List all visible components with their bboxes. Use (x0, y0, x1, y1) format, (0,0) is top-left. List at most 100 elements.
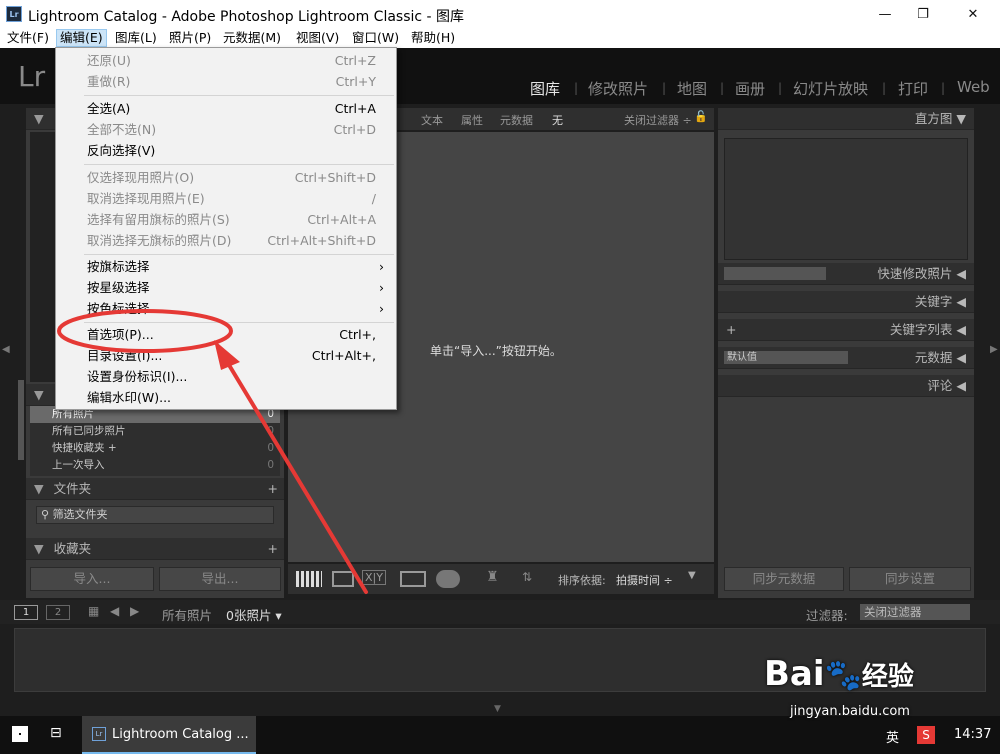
menu-item-redo[interactable]: 重做(R) Ctrl+Y (56, 72, 396, 92)
menu-item-deselect-active[interactable]: 取消选择现用照片(E) / (56, 189, 396, 209)
people-view-icon[interactable] (436, 570, 460, 588)
back-arrow-icon[interactable]: ◀ (110, 604, 119, 618)
module-library[interactable]: 图库 (530, 78, 560, 99)
menu-item-select-active-only[interactable]: 仅选择现用照片(O) Ctrl+Shift+D (56, 168, 396, 188)
sort-label: 排序依据: (558, 574, 606, 587)
menu-item-invert-selection[interactable]: 反向选择(V) (56, 141, 396, 161)
menu-item-catalog-settings[interactable]: 目录设置(I)... Ctrl+Alt+, (56, 346, 396, 366)
metadata-title: 元数据 (914, 350, 953, 365)
windows-start-icon[interactable] (12, 726, 28, 742)
grid-icon[interactable]: ▦ (88, 604, 99, 618)
keywording-title: 关键字 (914, 294, 953, 309)
module-develop[interactable]: 修改照片 (588, 78, 648, 99)
right-panel-toggle-icon[interactable]: ▶ (990, 344, 998, 355)
menu-metadata[interactable]: 元数据(M) (220, 29, 284, 47)
quick-develop-header[interactable]: 快速修改照片 ◀ (718, 263, 974, 285)
import-button[interactable]: 导入... (30, 567, 154, 591)
menu-item-select-by-flag[interactable]: 按旗标选择 › (56, 257, 396, 277)
toolbar-menu-icon[interactable]: ▼ (688, 570, 696, 581)
comments-header[interactable]: 评论 ◀ (718, 375, 974, 397)
collapse-triangle-icon: ▼ (34, 481, 44, 496)
module-print[interactable]: 打印 (898, 78, 928, 99)
filmstrip-count[interactable]: 0张照片 ▾ (226, 605, 282, 624)
keyword-list-header[interactable]: + 关键字列表 ◀ (718, 319, 974, 341)
menu-help[interactable]: 帮助(H) (408, 29, 458, 47)
histogram-header[interactable]: 直方图 ▼ (718, 108, 974, 130)
folders-title: 文件夹 (53, 481, 92, 496)
keywording-header[interactable]: 关键字 ◀ (718, 291, 974, 313)
sync-metadata-button[interactable]: 同步元数据 (724, 567, 844, 591)
sogou-ime-icon[interactable]: S (917, 726, 935, 744)
menu-photo[interactable]: 照片(P) (166, 29, 214, 47)
module-web[interactable]: Web (957, 78, 990, 96)
filter-attribute[interactable]: 属性 (461, 112, 483, 128)
empty-catalog-message: 单击“导入...”按钮开始。 (430, 344, 562, 358)
ime-indicator[interactable]: 英 (886, 727, 899, 746)
collections-header[interactable]: ▼ 收藏夹 + (26, 538, 284, 560)
folder-filter-input[interactable]: ⚲ 筛选文件夹 (36, 506, 274, 524)
folders-header[interactable]: ▼ 文件夹 + (26, 478, 284, 500)
taskbar-lightroom-button[interactable]: Lr Lightroom Catalog ... (82, 716, 256, 754)
quick-develop-title: 快速修改照片 (877, 266, 953, 281)
filter-preset[interactable]: 关闭过滤器 ÷ (624, 112, 692, 128)
survey-view-icon[interactable] (400, 571, 426, 587)
menu-item-undo[interactable]: 还原(U) Ctrl+Z (56, 51, 396, 71)
menu-item-select-none[interactable]: 全部不选(N) Ctrl+D (56, 120, 396, 140)
filmstrip-bar: 1 2 ▦ ◀ ▶ 所有照片 0张照片 ▾ 过滤器: 关闭过滤器 (0, 600, 1000, 624)
module-map[interactable]: 地图 (677, 78, 707, 99)
loupe-view-icon[interactable] (332, 571, 354, 587)
menu-item-select-by-color[interactable]: 按色标选择 › (56, 299, 396, 319)
left-scrollbar[interactable] (18, 380, 24, 460)
sort-direction-icon[interactable]: ⇅ (522, 570, 532, 584)
metadata-header[interactable]: 默认值 元数据 ◀ (718, 347, 974, 369)
catalog-row-quick-collection[interactable]: 快捷收藏夹 + 0 (30, 440, 280, 457)
sort-select[interactable]: 拍摄时间 ÷ (616, 572, 673, 588)
filmstrip-toggle-icon[interactable]: ▼ (494, 704, 501, 714)
menu-item-select-all[interactable]: 全选(A) Ctrl+A (56, 99, 396, 119)
screen-2-button[interactable]: 2 (46, 605, 70, 620)
filmstrip-source[interactable]: 所有照片 (162, 605, 212, 624)
module-separator: | (941, 81, 946, 95)
menu-item-deselect-unflagged[interactable]: 取消选择无旗标的照片(D) Ctrl+Alt+Shift+D (56, 231, 396, 251)
sync-settings-button[interactable]: 同步设置 (849, 567, 971, 591)
grid-view-icon[interactable] (296, 571, 322, 587)
saved-preset-select[interactable] (724, 267, 826, 280)
left-panel-toggle-icon[interactable]: ◀ (2, 344, 10, 355)
filter-metadata[interactable]: 元数据 (500, 112, 533, 128)
lr-logo: Lr (18, 60, 46, 93)
module-separator: | (574, 81, 579, 95)
maximize-button[interactable]: ❐ (900, 0, 946, 28)
menu-item-identity-plate[interactable]: 设置身份标识(I)... (56, 367, 396, 387)
menu-item-select-flagged[interactable]: 选择有留用旗标的照片(S) Ctrl+Alt+A (56, 210, 396, 230)
menu-window[interactable]: 窗口(W) (349, 29, 402, 47)
module-slideshow[interactable]: 幻灯片放映 (793, 78, 868, 99)
painter-icon[interactable]: ♜ (486, 569, 499, 585)
menu-item-preferences[interactable]: 首选项(P)... Ctrl+, (56, 325, 396, 345)
add-folder-icon[interactable]: + (268, 478, 278, 500)
menu-library[interactable]: 图库(L) (112, 29, 160, 47)
add-collection-icon[interactable]: + (268, 538, 278, 560)
add-keyword-icon[interactable]: + (726, 319, 736, 341)
lock-icon[interactable]: 🔓 (694, 110, 708, 123)
filmstrip-filter-select[interactable]: 关闭过滤器 (860, 604, 970, 620)
filter-text[interactable]: 文本 (421, 112, 443, 128)
filter-none[interactable]: 无 (552, 112, 563, 128)
menu-item-edit-watermarks[interactable]: 编辑水印(W)... (56, 388, 396, 408)
menu-view[interactable]: 视图(V) (293, 29, 342, 47)
module-book[interactable]: 画册 (735, 78, 765, 99)
catalog-row-synced[interactable]: 所有已同步照片 0 (30, 423, 280, 440)
menu-file[interactable]: 文件(F) (4, 29, 52, 47)
metadata-preset-select[interactable]: 默认值 (724, 351, 848, 364)
screen-1-button[interactable]: 1 (14, 605, 38, 620)
catalog-row-previous-import[interactable]: 上一次导入 0 (30, 457, 280, 474)
module-separator: | (662, 81, 667, 95)
menu-edit[interactable]: 编辑(E) (56, 29, 107, 47)
forward-arrow-icon[interactable]: ▶ (130, 604, 139, 618)
collapse-triangle-icon: ▼ (34, 541, 44, 556)
menu-item-select-by-rating[interactable]: 按星级选择 › (56, 278, 396, 298)
task-view-icon[interactable]: ⊟ (50, 725, 62, 741)
compare-view-icon[interactable]: X|Y (362, 570, 386, 585)
close-button[interactable]: ✕ (950, 0, 996, 28)
export-button[interactable]: 导出... (159, 567, 281, 591)
menu-separator (84, 322, 394, 323)
